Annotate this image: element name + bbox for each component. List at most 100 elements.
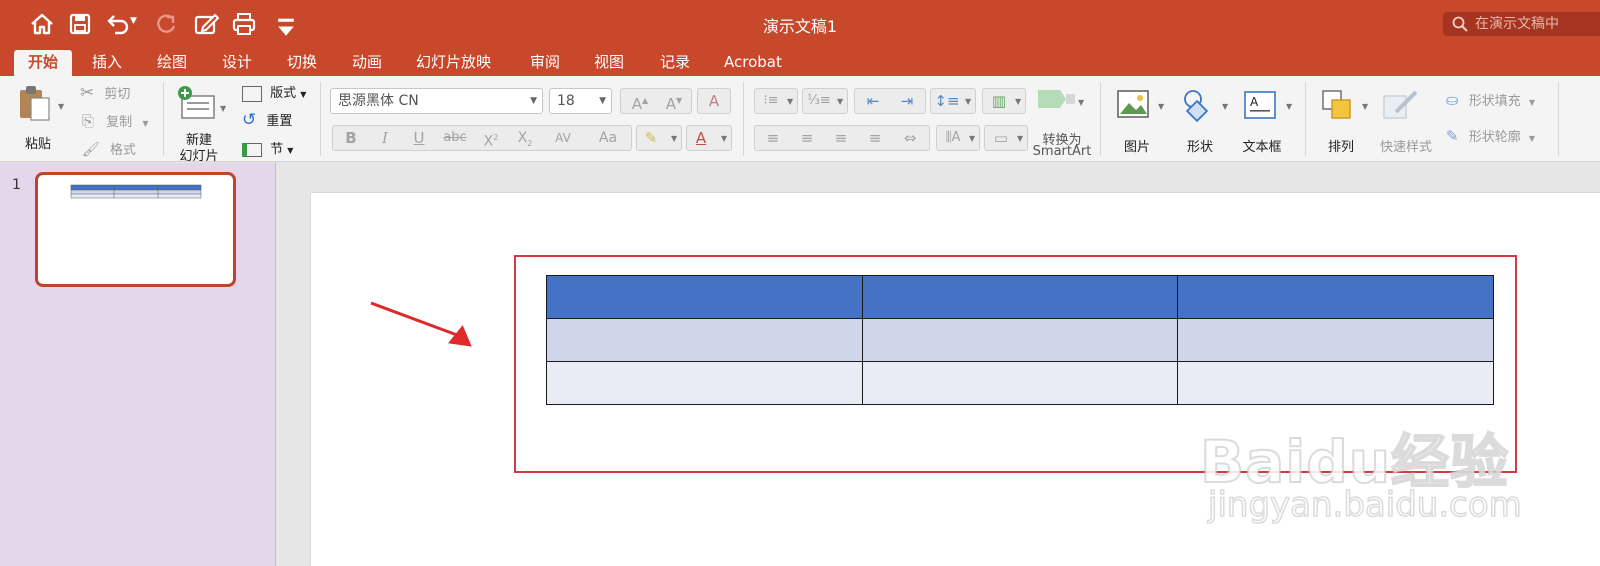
pencil-icon: ✎ <box>1446 127 1459 145</box>
tab-home[interactable]: 开始 <box>14 50 73 76</box>
table-cell[interactable] <box>546 275 863 319</box>
cut-button[interactable]: ✂ 剪切 <box>80 83 130 103</box>
numbering-icon[interactable]: ⅓≡ <box>805 89 833 113</box>
shrink-font-icon[interactable]: A▼ <box>659 89 689 113</box>
clear-format-group: A <box>697 88 731 114</box>
columns-group: ▥ ▼ <box>982 88 1026 114</box>
search-input[interactable]: 在演示文稿中 <box>1443 12 1600 36</box>
section-button[interactable]: 节 ▼ <box>242 138 293 157</box>
font-name-dropdown-icon[interactable]: ▼ <box>530 89 537 113</box>
change-case-icon[interactable]: Aa <box>587 126 629 150</box>
arrange-button[interactable]: ▼ 排列 <box>1316 84 1372 155</box>
section-dropdown-icon[interactable]: ▼ <box>287 146 293 155</box>
table-cell[interactable] <box>861 361 1179 405</box>
text-direction-group: ⫼A ▼ <box>936 125 980 151</box>
font-name-select[interactable]: 思源黑体 CN ▼ <box>330 88 543 114</box>
columns-dropdown-icon[interactable]: ▼ <box>1015 97 1021 106</box>
shape-button[interactable]: ▼ 形状 <box>1176 84 1232 155</box>
table-cell[interactable] <box>861 275 1179 319</box>
tab-insert[interactable]: 插入 <box>78 50 136 76</box>
grow-font-icon[interactable]: A▲ <box>625 89 655 113</box>
shape-fill-button[interactable]: ⛀ 形状填充 ▼ <box>1446 90 1535 109</box>
font-color-dropdown-icon[interactable]: ▼ <box>721 134 727 143</box>
quick-styles-button[interactable]: 快速样式 <box>1376 84 1436 155</box>
quick-styles-label: 快速样式 <box>1379 140 1432 155</box>
layout-label: 版式 <box>270 86 297 101</box>
align-right-icon[interactable]: ≡ <box>825 126 857 150</box>
table-cell[interactable] <box>546 361 863 405</box>
bullets-dropdown-icon[interactable]: ▼ <box>787 97 793 106</box>
new-slide-dropdown-icon[interactable]: ▼ <box>220 104 226 113</box>
shape-label: 形状 <box>1186 140 1213 155</box>
bold-icon[interactable]: B <box>335 126 367 150</box>
align-text-icon[interactable]: ▭ <box>987 126 1015 150</box>
textbox-button[interactable]: A ▼ 文本框 <box>1238 84 1300 155</box>
copy-button[interactable]: ⎘ 复制 ▼ <box>82 111 148 130</box>
arrange-dropdown-icon[interactable]: ▼ <box>1362 102 1368 111</box>
tab-design[interactable]: 设计 <box>208 50 266 76</box>
shape-outline-button[interactable]: ✎ 形状轮廓 ▼ <box>1446 126 1535 145</box>
numbering-dropdown-icon[interactable]: ▼ <box>837 97 843 106</box>
line-spacing-dropdown-icon[interactable]: ▼ <box>965 97 971 106</box>
tab-animations[interactable]: 动画 <box>338 50 396 76</box>
highlight-icon[interactable]: ✎ <box>639 126 663 150</box>
table-cell[interactable] <box>546 318 863 362</box>
strikethrough-icon[interactable]: abc <box>437 126 473 150</box>
table-cell[interactable] <box>1177 275 1494 319</box>
increase-indent-icon[interactable]: ⇥ <box>891 89 923 113</box>
decrease-indent-icon[interactable]: ⇤ <box>857 89 889 113</box>
align-center-icon[interactable]: ≡ <box>791 126 823 150</box>
align-left-icon[interactable]: ≡ <box>757 126 789 150</box>
text-direction-dropdown-icon[interactable]: ▼ <box>969 134 975 143</box>
justify-icon[interactable]: ≡ <box>859 126 891 150</box>
picture-button[interactable]: ▼ 图片 <box>1112 84 1168 155</box>
new-slide-button[interactable]: ▼ 新建 幻灯片 <box>172 82 234 164</box>
subscript-icon[interactable]: X2 <box>509 126 541 150</box>
quick-styles-icon <box>1383 90 1418 119</box>
superscript-icon[interactable]: X2 <box>475 126 507 150</box>
tab-review[interactable]: 审阅 <box>516 50 574 76</box>
tab-acrobat[interactable]: Acrobat <box>710 50 796 76</box>
layout-button[interactable]: 版式 ▼ <box>242 82 306 102</box>
columns-icon[interactable]: ▥ <box>985 89 1013 113</box>
shape-dropdown-icon[interactable]: ▼ <box>1222 102 1228 111</box>
clear-formatting-icon[interactable]: A <box>700 89 728 113</box>
new-slide-icon <box>178 86 215 119</box>
table-cell[interactable] <box>1177 318 1494 362</box>
divider <box>320 82 321 156</box>
tab-record[interactable]: 记录 <box>646 50 704 76</box>
font-size-dropdown-icon[interactable]: ▼ <box>599 89 606 113</box>
slide-table[interactable] <box>546 275 1494 405</box>
format-painter-button[interactable]: 🖌 格式 <box>82 139 136 158</box>
underline-icon[interactable]: U <box>403 126 435 150</box>
align-text-dropdown-icon[interactable]: ▼ <box>1017 134 1023 143</box>
text-direction-icon[interactable]: ⫼A <box>939 126 967 150</box>
convert-smartart-button[interactable]: ▼ 转换为 SmartArt <box>1032 84 1092 160</box>
line-spacing-icon[interactable]: ↕≡ <box>933 89 961 113</box>
bullets-icon[interactable]: ⁝≡ <box>757 89 785 113</box>
smartart-dropdown-icon[interactable]: ▼ <box>1078 98 1084 107</box>
table-row <box>546 275 1494 319</box>
slide-thumbnail[interactable] <box>35 172 236 287</box>
distributed-icon[interactable]: ⇔ <box>893 126 927 150</box>
paste-button[interactable]: ▼ 粘贴 <box>12 82 68 156</box>
highlight-dropdown-icon[interactable]: ▼ <box>671 134 677 143</box>
tab-draw[interactable]: 绘图 <box>143 50 201 76</box>
table-cell[interactable] <box>861 318 1179 362</box>
reset-button[interactable]: ↺ 重置 <box>242 110 292 130</box>
font-size-select[interactable]: 18 ▼ <box>549 88 612 114</box>
shape-fill-dropdown-icon[interactable]: ▼ <box>1529 98 1535 107</box>
character-spacing-icon[interactable]: AV <box>543 126 583 150</box>
textbox-dropdown-icon[interactable]: ▼ <box>1286 102 1292 111</box>
smartart-icon <box>1038 90 1075 108</box>
copy-dropdown-icon[interactable]: ▼ <box>142 119 148 128</box>
font-color-icon[interactable]: A <box>689 126 713 150</box>
paste-dropdown-icon[interactable]: ▼ <box>58 102 64 111</box>
picture-dropdown-icon[interactable]: ▼ <box>1158 102 1164 111</box>
shape-outline-dropdown-icon[interactable]: ▼ <box>1529 134 1535 143</box>
italic-icon[interactable]: I <box>369 126 401 150</box>
layout-dropdown-icon[interactable]: ▼ <box>300 90 306 99</box>
tab-transitions[interactable]: 切换 <box>273 50 331 76</box>
tab-slideshow[interactable]: 幻灯片放映 <box>402 50 505 76</box>
tab-view[interactable]: 视图 <box>580 50 638 76</box>
